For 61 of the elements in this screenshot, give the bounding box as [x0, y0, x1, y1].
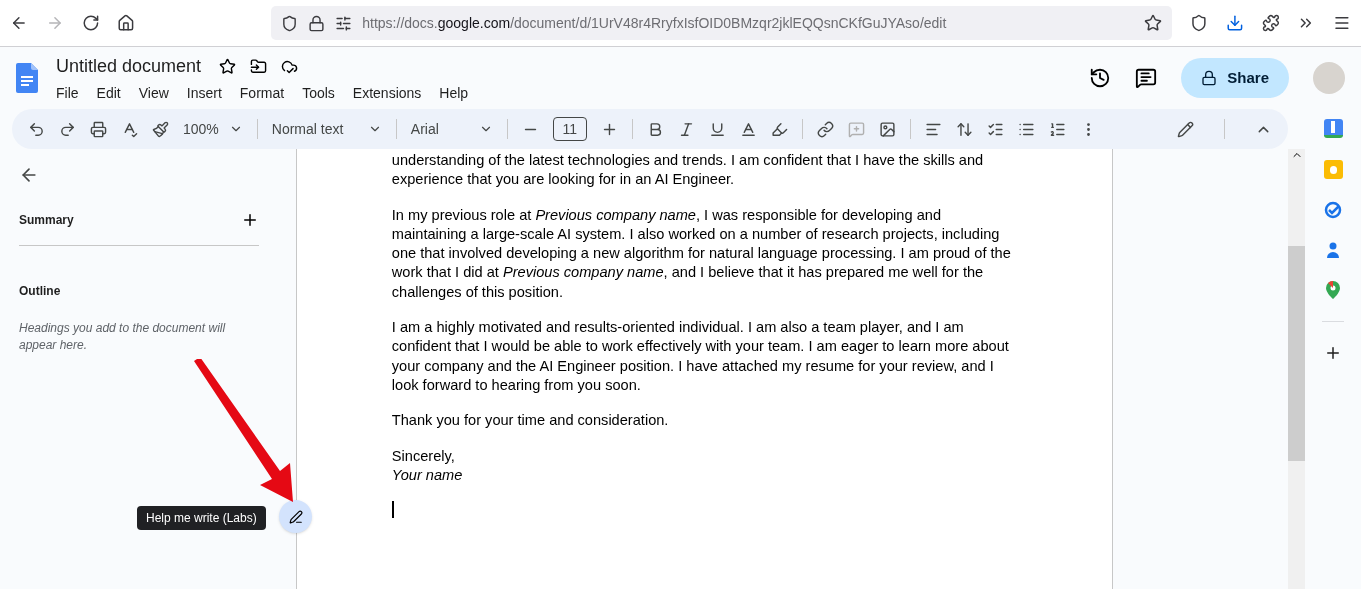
- redo-icon[interactable]: [59, 120, 76, 138]
- line-spacing-icon[interactable]: [955, 120, 973, 138]
- reload-icon[interactable]: [81, 14, 100, 32]
- image-icon[interactable]: [878, 120, 896, 138]
- document-paragraph: Thank you for your time and consideration.: [391, 411, 670, 431]
- tooltip: Help me write (Labs): [137, 506, 266, 530]
- numbered-list-icon[interactable]: [1048, 120, 1066, 138]
- download-icon[interactable]: [1225, 14, 1244, 32]
- menu-item[interactable]: File: [49, 82, 86, 104]
- menu-item[interactable]: Edit: [89, 82, 128, 104]
- underline-icon[interactable]: [708, 120, 726, 138]
- outline-label: Outline: [19, 283, 62, 300]
- scrollbar[interactable]: [1288, 149, 1306, 589]
- back-icon[interactable]: [10, 14, 28, 32]
- menu-item[interactable]: Extensions: [345, 82, 429, 104]
- document-paragraph: understanding of the latest technologies and trends. I am confident that I have the skills and experience that you are looking for in an AI Engineer.: [391, 151, 985, 190]
- print-icon[interactable]: [90, 120, 107, 138]
- address-bar[interactable]: https://docs.google.com/document/d/1UrV48r4RryfxIsfOID0BMzqr2jklEQQsnCKfGuJYAso/edit: [271, 6, 1172, 40]
- add-icon[interactable]: [1324, 344, 1342, 362]
- menu-item[interactable]: Tools: [295, 82, 342, 104]
- move-folder-icon[interactable]: [250, 57, 268, 75]
- map-pin-icon[interactable]: [1326, 281, 1340, 299]
- document-paragraph: In my previous role at Previous company name, I was responsible for developing and maintaining a large-scale AI system. I also worked on a number of research projects, including one that involved developing a new algorithm for natural language processing. I am proud of the work that I did at Previous company name, and I believe that it has prepared me well for the challenges of this position.: [391, 205, 1012, 302]
- lock-icon[interactable]: [308, 14, 326, 32]
- summary-label: Summary: [19, 212, 74, 229]
- menu-icon[interactable]: [1333, 14, 1351, 32]
- extensions-icon[interactable]: [1261, 14, 1280, 32]
- bookmark-star-icon[interactable]: [1143, 14, 1162, 32]
- comments-icon[interactable]: [1135, 67, 1158, 89]
- add-icon[interactable]: [241, 211, 259, 229]
- home-icon[interactable]: [117, 14, 136, 32]
- text-color-icon[interactable]: [739, 120, 757, 138]
- closing-text: Sincerely,: [391, 446, 456, 466]
- menu-item[interactable]: Format: [232, 82, 292, 104]
- editing-mode-icon[interactable]: [1177, 120, 1194, 138]
- permissions-icon[interactable]: [335, 14, 353, 32]
- document-title[interactable]: Untitled document: [56, 52, 202, 80]
- share-button[interactable]: Share: [1181, 58, 1289, 98]
- style-dropdown[interactable]: Normal text: [271, 118, 382, 140]
- tasks-icon[interactable]: [1324, 201, 1342, 219]
- signature-name: Your name: [391, 465, 464, 485]
- zoom-dropdown[interactable]: 100%: [183, 118, 243, 140]
- lock-icon[interactable]: [1201, 70, 1218, 86]
- font-size-field[interactable]: 11: [552, 117, 587, 141]
- link-icon[interactable]: [816, 120, 834, 138]
- menu-item[interactable]: Help: [432, 82, 476, 104]
- paint-format-icon[interactable]: [152, 120, 169, 138]
- star-icon[interactable]: [219, 57, 237, 75]
- text-cursor: [391, 501, 394, 519]
- history-icon[interactable]: [1089, 67, 1112, 89]
- font-dropdown[interactable]: Arial: [410, 118, 493, 140]
- url-text: https://docs.google.com/document/d/1UrV48r4RryfxIsfOID0BMzqr2jklEQQsnCKfGuJYAso/edit: [362, 13, 948, 33]
- document-paragraph: I am a highly motivated and results-oriented individual. I am also a team player, and I am confident that I would be able to work effectively with your team. I am eager to learn more about your company and the AI Engineer position. I have attached my resume for your review, and I look forward to hearing from you soon.: [391, 318, 1010, 395]
- shield-icon[interactable]: [281, 14, 299, 32]
- menu-item[interactable]: Insert: [179, 82, 229, 104]
- undo-icon[interactable]: [28, 120, 45, 138]
- outline-hint: Headings you add to the document will appear here.: [19, 320, 227, 354]
- contacts-icon[interactable]: [1325, 241, 1341, 259]
- menu-item[interactable]: View: [131, 82, 176, 104]
- highlight-icon[interactable]: [770, 120, 788, 138]
- docs-logo-icon[interactable]: [16, 63, 38, 93]
